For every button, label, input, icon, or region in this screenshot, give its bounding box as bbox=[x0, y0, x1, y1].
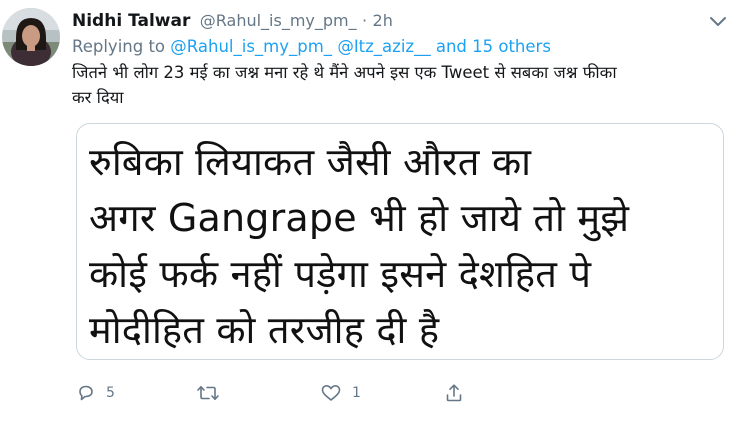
separator-dot: · bbox=[362, 11, 368, 30]
chevron-down-icon[interactable] bbox=[709, 14, 727, 28]
like-count: 1 bbox=[352, 385, 361, 401]
media-text-line: अगर Gangrape भी हो जाये तो मुझे bbox=[89, 196, 630, 240]
avatar[interactable] bbox=[2, 8, 60, 66]
mention-link[interactable]: @Rahul_is_my_pm_ bbox=[170, 37, 332, 56]
author-handle[interactable]: @Rahul_is_my_pm_ bbox=[200, 11, 357, 30]
tweet[interactable]: Nidhi Talwar @Rahul_is_my_pm_ · 2h Reply… bbox=[0, 0, 735, 426]
reply-icon bbox=[76, 383, 96, 403]
retweet-button[interactable] bbox=[196, 378, 230, 408]
author-name[interactable]: Nidhi Talwar bbox=[72, 11, 190, 31]
replying-to: Replying to @Rahul_is_my_pm_ @Itz_aziz__… bbox=[72, 36, 551, 58]
timestamp[interactable]: 2h bbox=[373, 11, 393, 30]
avatar-image bbox=[2, 8, 60, 66]
media-image[interactable]: रुबिका लियाकत जैसी औरत का अगर Gangrape भ… bbox=[76, 123, 724, 360]
reply-count: 5 bbox=[106, 385, 115, 401]
tweet-text-line: कर दिया bbox=[72, 88, 124, 107]
share-icon bbox=[444, 383, 464, 403]
tweet-text-line: जितने भी लोग 23 मई का जश्न मना रहे थे मै… bbox=[72, 63, 617, 82]
media-text-line: कोई फर्क नहीं पड़ेगा इसने देशहित पे bbox=[89, 252, 592, 296]
tweet-text: जितने भी लोग 23 मई का जश्न मना रहे थे मै… bbox=[72, 60, 712, 110]
replying-others-link[interactable]: and 15 others bbox=[436, 37, 551, 56]
media-text-line: मोदीहित को तरजीह दी है bbox=[89, 308, 440, 352]
reply-button[interactable]: 5 bbox=[76, 378, 115, 408]
media-text-line: रुबिका लियाकत जैसी औरत का bbox=[89, 140, 532, 184]
replying-prefix: Replying to bbox=[72, 37, 166, 56]
action-bar: 5 1 bbox=[72, 378, 492, 408]
retweet-icon bbox=[196, 383, 220, 403]
like-button[interactable]: 1 bbox=[320, 378, 361, 408]
tweet-header: Nidhi Talwar @Rahul_is_my_pm_ · 2h bbox=[72, 9, 725, 33]
mention-link[interactable]: @Itz_aziz__ bbox=[337, 37, 430, 56]
heart-icon bbox=[320, 383, 342, 403]
share-button[interactable] bbox=[444, 378, 464, 408]
